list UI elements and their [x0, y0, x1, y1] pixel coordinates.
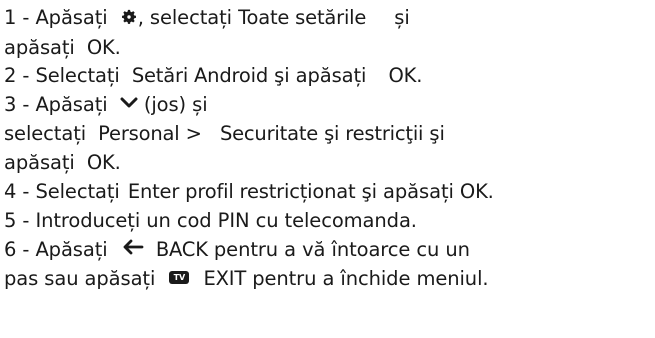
tv-icon: TV [169, 271, 190, 284]
menu-item-setari-android: Setări Android [131, 64, 269, 87]
step-4-prefix: 4 - Selectați [4, 180, 120, 203]
step-6-text-c: pentru a închide meniul. [252, 267, 489, 290]
step-3-select-text: selectați [4, 122, 87, 145]
step-5-text: 5 - Introduceți un cod PIN cu telecomand… [4, 209, 417, 232]
step-3-line-2: selectați Personal > Securitate şi restr… [4, 120, 445, 148]
step-6-text-a: pentru a vă întoarce cu un [213, 238, 470, 261]
step-3-text: (jos) și [143, 93, 208, 116]
step-6-line-2: pas sau apăsați TV EXIT pentru a închide… [4, 265, 489, 293]
menu-item-toate-setarile: Toate setările [238, 6, 367, 29]
exit-key-label: EXIT [203, 267, 247, 290]
ok-key-label: OK [86, 151, 115, 174]
step-1-prefix: 1 - Apăsați [4, 6, 108, 29]
step-2-text: şi apăsați [274, 64, 367, 87]
step-4-text: şi apăsați [361, 180, 454, 203]
step-1-press-text: apăsați [4, 36, 75, 59]
gear-icon [120, 8, 138, 26]
step-1-line-1: 1 - Apăsați , selectați Toate setările ș… [4, 4, 410, 32]
path-separator: > [185, 122, 202, 145]
step-3-line-1: 3 - Apăsați (jos) și [4, 91, 208, 119]
step-2-line: 2 - Selectați Setări Android şi apăsați … [4, 64, 423, 87]
back-key-label: BACK [155, 238, 208, 261]
step-2-prefix: 2 - Selectați [4, 64, 120, 87]
back-arrow-icon [122, 235, 144, 263]
ok-key-label: OK [86, 36, 115, 59]
step-1-line-2: apăsați OK. [4, 36, 121, 59]
menu-item-enter-profil: Enter profil restricționat [127, 180, 356, 203]
step-3-press-text: apăsați [4, 151, 75, 174]
step-4-line: 4 - Selectați Enter profil restricționat… [4, 180, 494, 203]
step-5-line: 5 - Introduceți un cod PIN cu telecomand… [4, 207, 417, 235]
step-3-and-text: şi [429, 122, 445, 145]
chevron-down-icon [120, 90, 138, 118]
step-1-text-b: și [394, 6, 410, 29]
step-6-prefix: 6 - Apăsați [4, 238, 108, 261]
menu-item-personal: Personal [98, 122, 180, 145]
step-1-text-a: , selectați [137, 6, 232, 29]
ok-key-label: OK [388, 64, 417, 87]
step-3-line-3: apăsați OK. [4, 151, 121, 174]
step-6-line-1: 6 - Apăsați BACK pentru a vă întoarce cu… [4, 236, 470, 264]
ok-key-label: OK [459, 180, 488, 203]
step-3-prefix: 3 - Apăsați [4, 93, 108, 116]
step-6-text-b: pas sau apăsați [4, 267, 156, 290]
menu-item-securitate-restrictii: Securitate şi restricţii [219, 122, 424, 145]
